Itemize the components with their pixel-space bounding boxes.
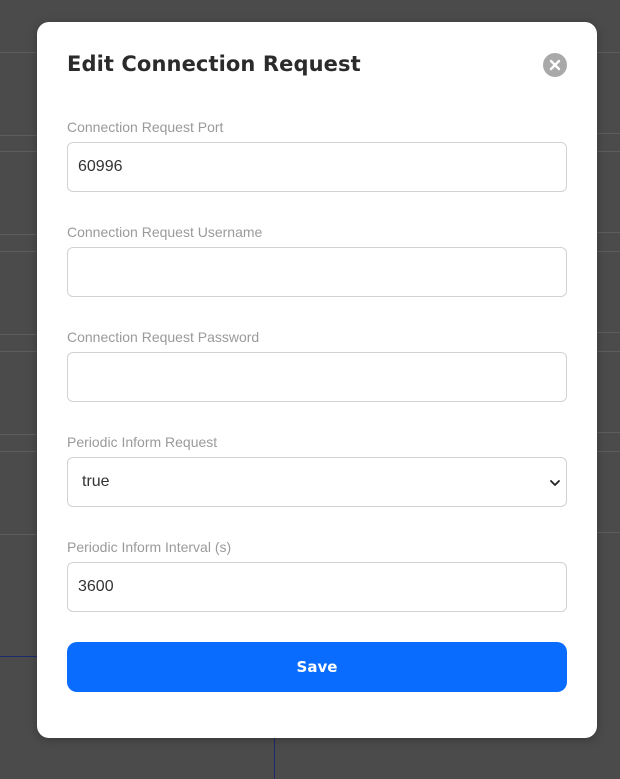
background-divider: [274, 738, 275, 779]
edit-connection-request-modal: Edit Connection Request Connection Reque…: [37, 22, 597, 738]
background-card: [0, 52, 40, 136]
connection-request-password-input[interactable]: [67, 352, 567, 402]
background-card: [0, 251, 40, 335]
periodic-inform-interval-input[interactable]: 3600: [67, 562, 567, 612]
periodic-inform-request-label: Periodic Inform Request: [67, 434, 218, 450]
periodic-inform-request-select[interactable]: true: [67, 457, 567, 507]
connection-request-username-input[interactable]: [67, 247, 567, 297]
close-icon: [549, 59, 561, 71]
background-card: [0, 151, 40, 235]
close-button[interactable]: [543, 53, 567, 77]
connection-request-password-label: Connection Request Password: [67, 329, 260, 345]
chevron-down-icon: [550, 480, 560, 486]
periodic-inform-request-value: true: [82, 473, 110, 490]
background-divider: [0, 656, 38, 657]
connection-request-port-label: Connection Request Port: [67, 119, 224, 135]
save-button[interactable]: Save: [67, 642, 567, 692]
connection-request-username-label: Connection Request Username: [67, 224, 263, 240]
connection-request-port-input[interactable]: 60996: [67, 142, 567, 192]
background-card: [0, 351, 40, 435]
background-card: [0, 451, 40, 535]
periodic-inform-interval-label: Periodic Inform Interval (s): [67, 539, 232, 555]
modal-title: Edit Connection Request: [67, 52, 361, 76]
